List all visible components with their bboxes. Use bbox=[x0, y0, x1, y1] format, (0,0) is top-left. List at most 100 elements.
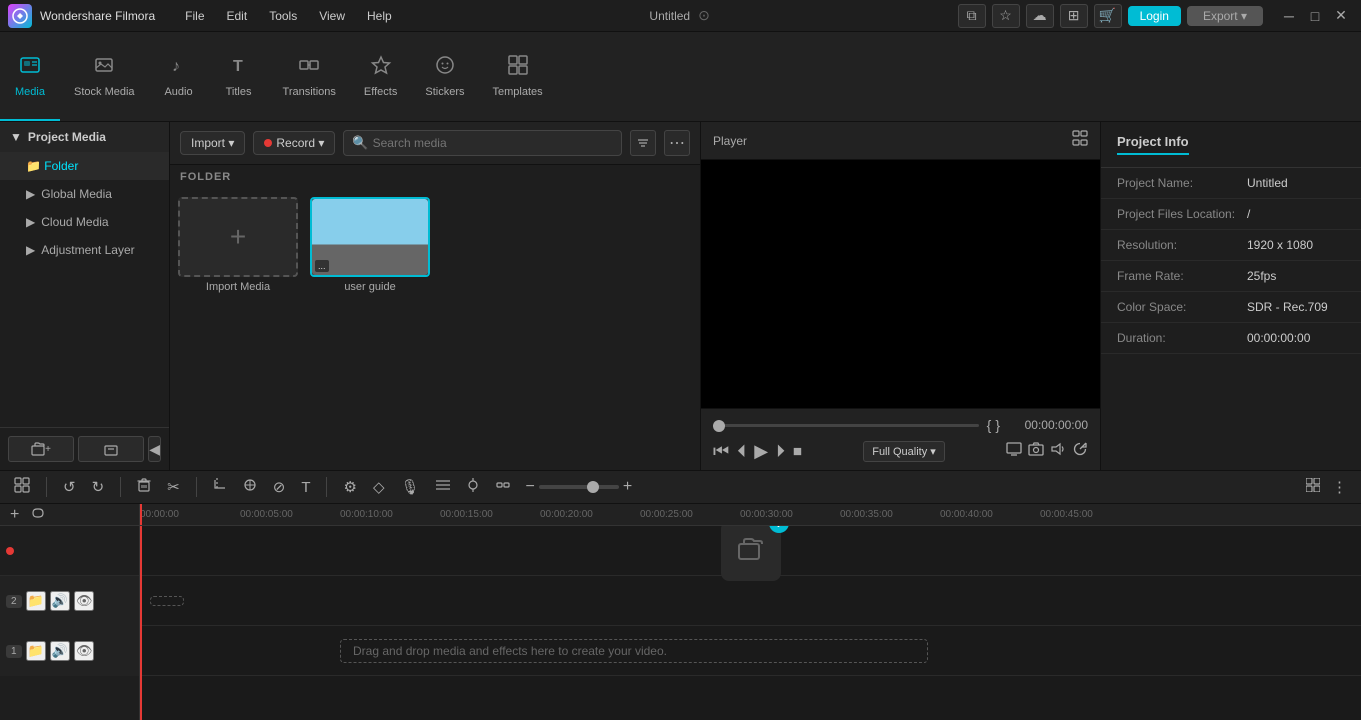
tracks-body: + Drag and drop media and effects here t… bbox=[140, 526, 1361, 720]
nav-stock-media[interactable]: Stock Media bbox=[60, 32, 149, 121]
track-2-folder[interactable]: 📁 bbox=[26, 591, 46, 611]
volume-btn[interactable] bbox=[1050, 441, 1066, 462]
import-media-item[interactable]: + Import Media bbox=[178, 197, 298, 462]
add-track-btn[interactable] bbox=[10, 475, 34, 499]
layout-btn[interactable]: ⊞ bbox=[1060, 4, 1088, 28]
zoom-handle[interactable] bbox=[587, 481, 599, 493]
track-2-visible[interactable]: 👁 bbox=[74, 591, 95, 611]
settings-btn-tl[interactable]: ⚙ bbox=[339, 476, 360, 498]
record-button[interactable]: Record ▾ bbox=[253, 131, 335, 155]
remove-folder-button[interactable] bbox=[78, 436, 144, 462]
maximize-button[interactable]: □ bbox=[1303, 6, 1327, 26]
progress-handle[interactable] bbox=[713, 420, 725, 432]
screen-size-btn[interactable] bbox=[1006, 441, 1022, 462]
prev-frame-button[interactable]: ⏴ bbox=[737, 441, 746, 462]
cart-btn[interactable]: 🛒 bbox=[1094, 4, 1122, 28]
minimize-button[interactable]: ─ bbox=[1277, 6, 1301, 26]
grid-view-btn[interactable] bbox=[1302, 476, 1324, 498]
user-guide-thumb: ... bbox=[310, 197, 430, 277]
frame-rate-row: Frame Rate: 25fps bbox=[1101, 261, 1361, 292]
rewind-button[interactable]: ⏮ bbox=[713, 441, 729, 462]
nav-templates[interactable]: Templates bbox=[478, 32, 556, 121]
filter-icon-btn[interactable] bbox=[630, 130, 656, 156]
nav-media[interactable]: Media bbox=[0, 32, 60, 121]
menu-view[interactable]: View bbox=[309, 7, 355, 25]
cloud-btn[interactable]: ☁ bbox=[1026, 4, 1054, 28]
track-2-audio[interactable]: 🔊 bbox=[50, 591, 70, 611]
zoom-track[interactable] bbox=[539, 485, 619, 489]
progress-track[interactable] bbox=[713, 424, 979, 427]
undo-btn[interactable]: ↺ bbox=[59, 476, 80, 498]
out-point-btn[interactable]: } bbox=[995, 417, 1000, 433]
list-view-btn[interactable]: ⋮ bbox=[1328, 476, 1351, 498]
zoom-in-btn[interactable]: + bbox=[623, 478, 632, 496]
settings-btn[interactable] bbox=[1072, 441, 1088, 462]
in-point-btn[interactable]: { bbox=[987, 417, 992, 433]
no-gap-btn[interactable]: ⊘ bbox=[269, 476, 290, 498]
quality-button[interactable]: Full Quality ▾ bbox=[863, 441, 945, 462]
track-1-audio[interactable]: 🔊 bbox=[50, 641, 70, 661]
search-input[interactable] bbox=[373, 136, 613, 150]
import-button[interactable]: Import ▾ bbox=[180, 131, 245, 155]
link-tracks-btn[interactable] bbox=[27, 504, 49, 525]
tick-40: 00:00:40:00 bbox=[940, 509, 993, 520]
project-title: Untitled bbox=[649, 9, 690, 23]
redo-btn[interactable]: ↻ bbox=[88, 476, 109, 498]
menu-edit[interactable]: Edit bbox=[217, 7, 258, 25]
frame-rate-label: Frame Rate: bbox=[1117, 269, 1247, 283]
menu-file[interactable]: File bbox=[175, 7, 214, 25]
nav-stock-media-label: Stock Media bbox=[74, 86, 135, 98]
fullscreen-icon[interactable] bbox=[1072, 130, 1088, 151]
menu-help[interactable]: Help bbox=[357, 7, 402, 25]
nav-titles[interactable]: T Titles bbox=[209, 32, 269, 121]
tick-30: 00:00:30:00 bbox=[740, 509, 793, 520]
close-button[interactable]: ✕ bbox=[1329, 6, 1353, 26]
tick-35: 00:00:35:00 bbox=[840, 509, 893, 520]
nav-effects[interactable]: Effects bbox=[350, 32, 411, 121]
bookmark-btn[interactable]: ☆ bbox=[992, 4, 1020, 28]
player-progress: { } 00:00:00:00 bbox=[713, 417, 1088, 433]
drop-zone-center: + bbox=[721, 526, 781, 581]
stop-button[interactable]: ⏹ bbox=[793, 441, 802, 462]
cut-btn[interactable]: ✂ bbox=[163, 476, 184, 498]
export-button[interactable]: Export ▾ bbox=[1187, 6, 1263, 26]
sidebar-item-folder[interactable]: 📁 Folder bbox=[0, 152, 169, 180]
crop-btn[interactable] bbox=[209, 476, 231, 498]
delete-btn[interactable] bbox=[133, 476, 155, 498]
add-media-btn[interactable]: + bbox=[6, 504, 23, 526]
login-button[interactable]: Login bbox=[1128, 6, 1181, 26]
collapse-sidebar-button[interactable]: ◀ bbox=[148, 436, 161, 462]
text-btn[interactable]: T bbox=[297, 477, 314, 498]
add-folder-button[interactable]: + bbox=[8, 436, 74, 462]
sidebar-item-cloud-media[interactable]: ▶ Cloud Media bbox=[0, 208, 169, 236]
project-info-tab[interactable]: Project Info bbox=[1117, 134, 1189, 155]
more-options-btn[interactable]: ⋯ bbox=[664, 130, 690, 156]
nav-transitions[interactable]: Transitions bbox=[269, 32, 350, 121]
tick-20: 00:00:20:00 bbox=[540, 509, 593, 520]
merge-btn[interactable] bbox=[239, 476, 261, 498]
zoom-out-btn[interactable]: − bbox=[526, 478, 535, 496]
track-1-folder[interactable]: 📁 bbox=[26, 641, 46, 661]
folder-section-label: FOLDER bbox=[170, 165, 700, 189]
play-button[interactable]: ▶ bbox=[754, 441, 768, 462]
snapshot-btn[interactable] bbox=[1028, 441, 1044, 462]
video-thumbnail bbox=[312, 199, 428, 275]
sidebar-bottom: + ◀ bbox=[0, 427, 169, 470]
keyframe-btn[interactable]: ◇ bbox=[369, 476, 389, 498]
menu-tools[interactable]: Tools bbox=[259, 7, 307, 25]
track-1-visible[interactable]: 👁 bbox=[74, 641, 95, 661]
restore-btn[interactable]: ⧉ bbox=[958, 4, 986, 28]
track-height-btn[interactable] bbox=[432, 476, 454, 498]
next-frame-button[interactable]: ⏵ bbox=[776, 441, 785, 462]
sidebar-item-global-media[interactable]: ▶ Global Media bbox=[0, 180, 169, 208]
nav-media-label: Media bbox=[15, 86, 45, 98]
sidebar-item-adjustment-layer[interactable]: ▶ Adjustment Layer bbox=[0, 236, 169, 264]
user-guide-item[interactable]: ... user guide bbox=[310, 197, 430, 462]
track-1-number: 1 bbox=[6, 645, 22, 658]
ripple-btn[interactable] bbox=[492, 476, 514, 498]
mic-btn[interactable]: 🎙 bbox=[396, 476, 423, 498]
snap-btn[interactable] bbox=[462, 476, 484, 498]
sidebar-project-media[interactable]: ▼ Project Media bbox=[0, 122, 169, 152]
nav-stickers[interactable]: Stickers bbox=[411, 32, 478, 121]
nav-audio[interactable]: ♪ Audio bbox=[149, 32, 209, 121]
